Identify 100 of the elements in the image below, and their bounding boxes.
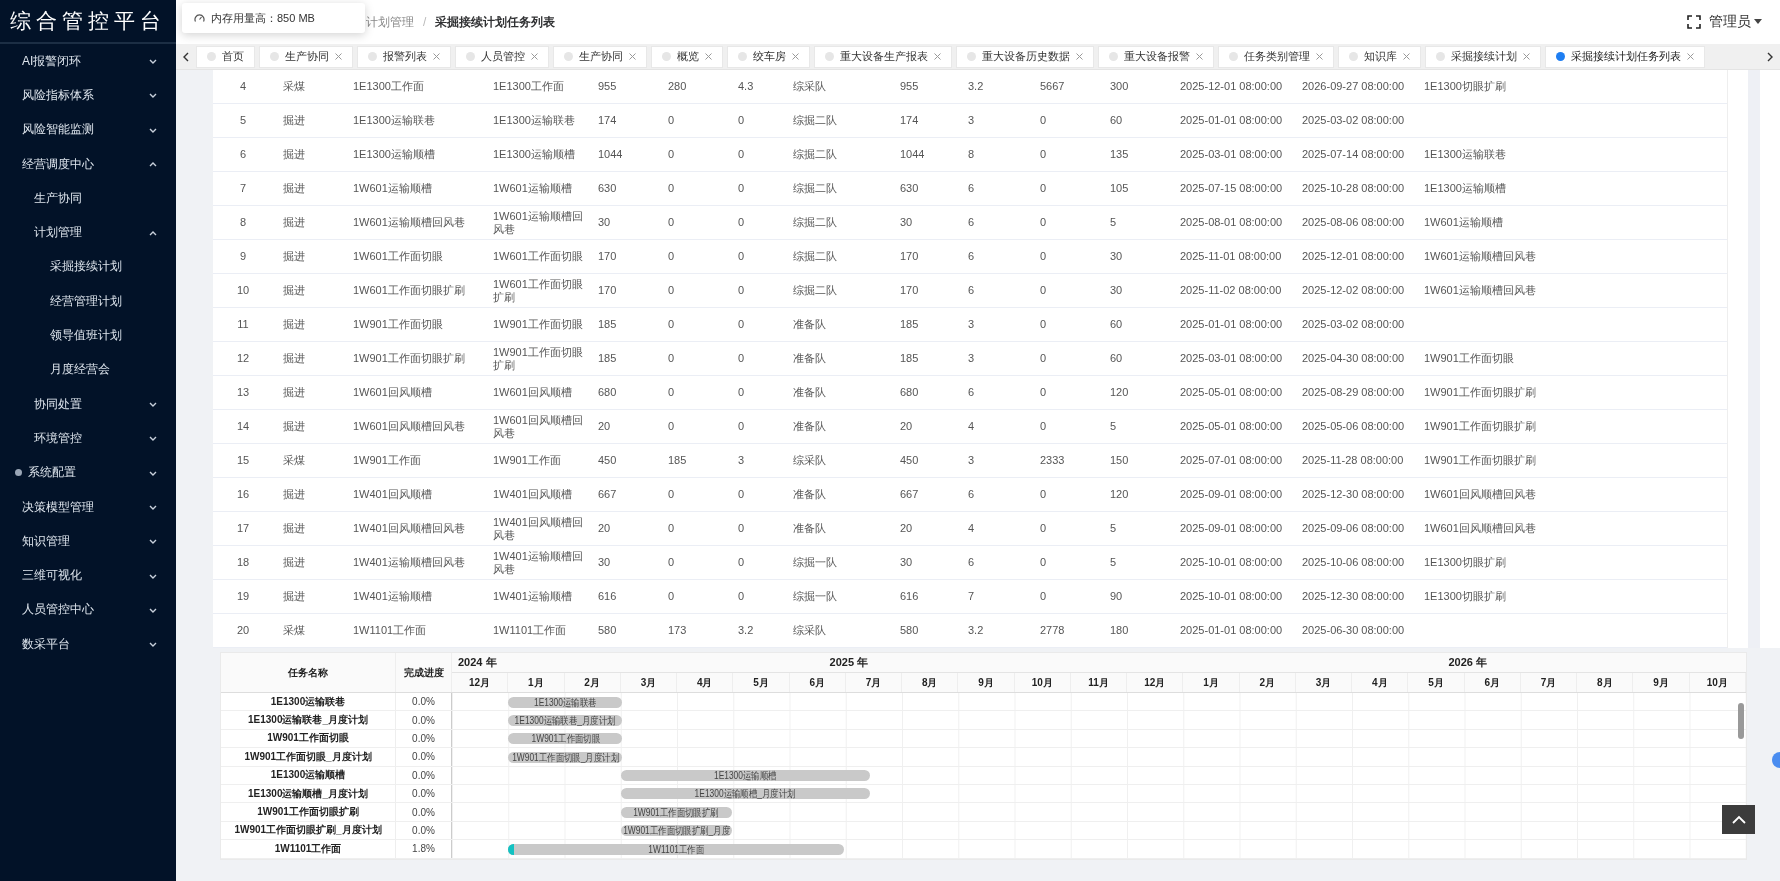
tab[interactable]: 知识库: [1338, 45, 1421, 68]
table-cell: 2025-03-02 08:00:00: [1302, 318, 1405, 331]
tab[interactable]: 重大设备生产报表: [814, 45, 952, 68]
tab[interactable]: 重大设备报警: [1098, 45, 1214, 68]
table-cell: 综掘二队: [793, 216, 837, 229]
tab[interactable]: 任务类别管理: [1218, 45, 1334, 68]
table-cell: 0: [1040, 386, 1047, 399]
gantt-bar[interactable]: 1E1300运输联巷: [508, 696, 623, 708]
table-cell: 10: [236, 284, 250, 297]
close-icon[interactable]: [934, 53, 941, 60]
table-cell: 1W601回风顺槽: [493, 386, 572, 399]
sidebar-item[interactable]: 生产协同: [0, 181, 176, 216]
table-cell: 1W601工作面切眼: [493, 250, 583, 263]
table-cell: 1W401运输顺槽: [493, 590, 572, 603]
table-cell: 280: [668, 80, 687, 93]
table-cell: 0: [738, 420, 745, 433]
sidebar-item[interactable]: 计划管理: [0, 215, 176, 250]
table-cell: 掘进: [283, 284, 305, 297]
tab[interactable]: 概览: [651, 45, 723, 68]
sidebar-item[interactable]: 决策模型管理: [0, 489, 176, 525]
table-cell: 955: [900, 80, 919, 93]
table-cell: 680: [900, 386, 919, 399]
gantt-bar[interactable]: 1E1300运输顺槽: [620, 770, 870, 782]
table-cell: 9: [239, 250, 247, 263]
table-cell: 20: [598, 420, 611, 433]
tab[interactable]: 首页: [196, 45, 255, 68]
sidebar-item[interactable]: 经营调度中心: [0, 146, 176, 182]
table-cell: 1W601回风顺槽回风巷: [353, 420, 465, 433]
month-label: 10月: [1031, 675, 1053, 690]
tab[interactable]: 采掘接续计划任务列表: [1545, 45, 1705, 68]
tab[interactable]: 报警列表: [357, 45, 451, 68]
gantt-bar[interactable]: 1W901工作面切眼: [508, 733, 623, 745]
tab[interactable]: 生产协同: [553, 45, 647, 68]
chevron-right-icon[interactable]: [1766, 51, 1774, 62]
table-cell: 0: [738, 556, 745, 569]
sidebar-item[interactable]: 风险智能监测: [0, 112, 176, 147]
fullscreen-icon[interactable]: [1687, 15, 1701, 29]
table-cell: 580: [598, 624, 617, 637]
close-icon[interactable]: [1523, 53, 1530, 60]
table-cell: 掘进: [283, 556, 305, 569]
table-cell: 20: [900, 420, 913, 433]
scrollbar-thumb[interactable]: [1738, 703, 1744, 739]
gantt-bar[interactable]: 1W901工作面切眼扩刷: [620, 806, 732, 818]
table-cell: 3: [738, 454, 745, 467]
close-icon[interactable]: [1316, 53, 1323, 60]
back-to-top-button[interactable]: [1722, 805, 1755, 834]
table-cell: 2025-10-01 08:00:00: [1180, 556, 1283, 569]
table-cell: 1E1300运输顺槽: [1424, 182, 1506, 195]
table-cell: 1W601回风顺槽回风巷: [493, 413, 583, 440]
close-icon[interactable]: [1403, 53, 1410, 60]
table-cell: 1E1300切眼扩刷: [1424, 590, 1506, 603]
sidebar-item[interactable]: 月度经营会: [0, 352, 176, 387]
close-icon[interactable]: [433, 53, 440, 60]
table-cell: 0: [1040, 216, 1047, 229]
dot-icon: [207, 52, 216, 61]
sidebar-item[interactable]: 风险指标体系: [0, 78, 176, 113]
close-icon[interactable]: [335, 53, 342, 60]
sidebar-item[interactable]: 人员管控中心: [0, 592, 176, 628]
table-cell: 1W901工作面切眼扩刷: [353, 352, 465, 365]
tab[interactable]: 采掘接续计划: [1425, 45, 1541, 68]
sidebar-item[interactable]: 协同处置: [0, 386, 176, 422]
table-cell: 17: [236, 522, 250, 535]
user-menu[interactable]: 管理员: [1709, 13, 1762, 31]
close-icon[interactable]: [1076, 53, 1083, 60]
table-cell: 4: [239, 80, 247, 93]
table-cell: 1W401回风顺槽: [493, 488, 572, 501]
close-icon[interactable]: [629, 53, 636, 60]
sidebar-item[interactable]: 环境管控: [0, 421, 176, 456]
table-cell: 3: [968, 114, 975, 127]
month-label: 7月: [1540, 675, 1557, 690]
bar-label: 1E1300运输顺槽: [714, 770, 777, 782]
table-cell: 6: [239, 148, 247, 161]
sidebar-item[interactable]: 领导值班计划: [0, 318, 176, 353]
gantt-bar[interactable]: 1E1300运输顺槽_月度计划: [620, 788, 870, 800]
tab[interactable]: 重大设备历史数据: [956, 45, 1094, 68]
close-icon[interactable]: [1687, 53, 1694, 60]
tab[interactable]: 人员管控: [455, 45, 549, 68]
close-icon[interactable]: [705, 53, 712, 60]
chevron-left-icon[interactable]: [182, 51, 190, 62]
sidebar-item[interactable]: AI报警闭环: [0, 44, 176, 79]
sidebar-item[interactable]: 经营管理计划: [0, 284, 176, 319]
table-cell: 1W601回风顺槽回风巷: [1424, 488, 1536, 501]
sidebar-item[interactable]: 知识管理: [0, 524, 176, 559]
gantt-bar[interactable]: 1W901工作面切眼扩刷_月度: [620, 825, 732, 837]
close-icon[interactable]: [792, 53, 799, 60]
breadcrumb-item[interactable]: 计划管理: [366, 13, 414, 31]
table-cell: 1W401回风顺槽回风巷: [353, 522, 465, 535]
sidebar-item[interactable]: 三维可视化: [0, 558, 176, 593]
scrollbar[interactable]: [1748, 70, 1760, 648]
tab[interactable]: 绞车房: [727, 45, 810, 68]
table-cell: 60: [1110, 352, 1123, 365]
table-cell: 综掘二队: [793, 182, 837, 195]
tab[interactable]: 生产协同: [259, 45, 353, 68]
sidebar-item[interactable]: 采掘接续计划: [0, 249, 176, 285]
close-icon[interactable]: [1196, 53, 1203, 60]
close-icon[interactable]: [531, 53, 538, 60]
sidebar-item[interactable]: 系统配置: [0, 455, 176, 490]
gantt-bar[interactable]: 1W1101工作面: [508, 843, 845, 855]
sidebar-item[interactable]: 数采平台: [0, 627, 176, 662]
table-cell: 2025-01-01 08:00:00: [1180, 624, 1283, 637]
